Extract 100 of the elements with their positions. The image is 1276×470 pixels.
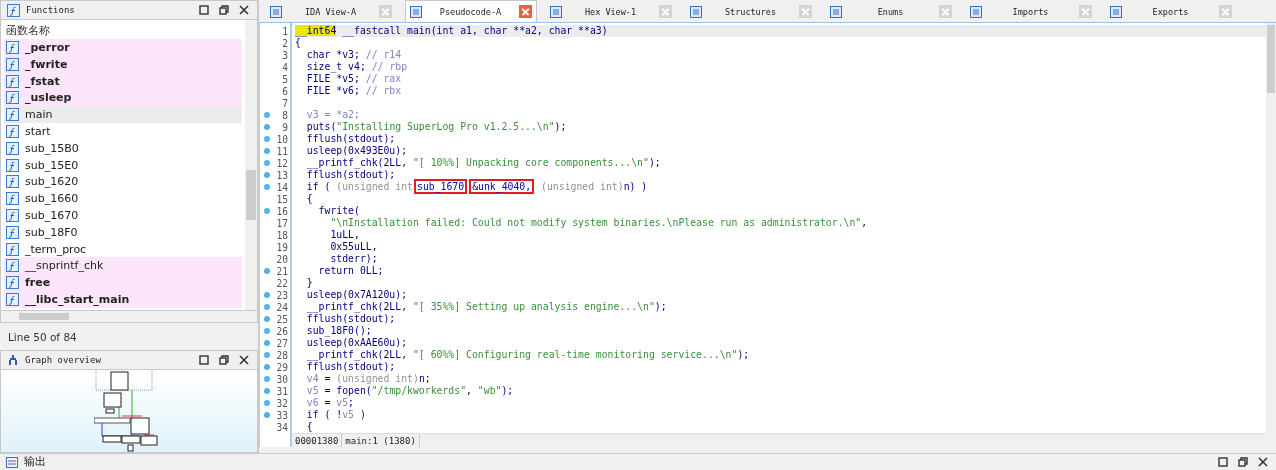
function-icon <box>6 242 19 256</box>
close-button[interactable] <box>237 353 251 367</box>
code-line: sub_18F0(); <box>305 325 373 337</box>
panel-title: Functions <box>26 5 76 15</box>
line-number: 6 <box>282 85 288 97</box>
maximize-button[interactable] <box>1216 455 1230 469</box>
panel-title: Graph overview <box>25 355 102 365</box>
code-line: { <box>305 421 314 433</box>
function-icon <box>6 108 19 122</box>
function-icon <box>6 259 19 273</box>
function-icon <box>6 57 19 71</box>
function-item[interactable]: main <box>4 106 242 124</box>
line-number: 30 <box>276 373 288 385</box>
line-number: 20 <box>276 253 288 265</box>
function-icon <box>6 292 19 306</box>
code-line: if ( (unsigned int sub_1670 &unk_4040, (unsigned int)n) ) <box>305 181 649 193</box>
line-number: 28 <box>276 349 288 361</box>
code-line: { <box>305 193 314 205</box>
code-line: __printf_chk(2LL, "[ 10%%] Unpacking core components...\n"); <box>305 157 662 169</box>
code-line: fflush(stdout); <box>305 169 397 181</box>
code-line: "\nInstallation failed: Could not modify system binaries.\nPlease run as administrator.\n", <box>329 217 869 229</box>
line-number: 2 <box>282 37 288 49</box>
function-item[interactable]: _perror <box>4 39 242 56</box>
line-number: 27 <box>276 337 288 349</box>
code-line: fflush(stdout); <box>305 313 397 325</box>
code-line: v3 = *a2; <box>305 109 361 121</box>
function-icon <box>7 3 20 17</box>
line-number: 33 <box>276 409 288 421</box>
line-number: 10 <box>276 133 288 145</box>
line-number: 23 <box>276 289 288 301</box>
function-icon <box>6 158 19 172</box>
function-icon <box>6 91 19 105</box>
code-line: v4 = (unsigned int)n; <box>305 373 432 385</box>
code-line: FILE *v5; // rax <box>305 73 403 85</box>
line-number: 8 <box>282 109 288 121</box>
line-number: 25 <box>276 313 288 325</box>
line-number: 5 <box>282 73 288 85</box>
code-line: v6 = v5; <box>305 397 355 409</box>
code-line: 1uLL, <box>329 229 361 241</box>
function-item[interactable]: _usleep <box>4 89 242 107</box>
restore-button[interactable] <box>1236 455 1250 469</box>
maximize-button[interactable] <box>197 353 211 367</box>
code-line: __printf_chk(2LL, "[ 35%%] Setting up analysis engine...\n"); <box>305 301 668 313</box>
code-line: fflush(stdout); <box>305 361 397 373</box>
function-icon <box>6 192 19 206</box>
function-item[interactable]: free <box>4 274 242 291</box>
document-icon <box>410 5 422 18</box>
restore-button[interactable] <box>217 353 231 367</box>
graph-icon <box>7 354 19 366</box>
line-number: 26 <box>276 325 288 337</box>
document-icon <box>550 5 562 18</box>
function-item[interactable]: __libc_start_main <box>4 291 242 308</box>
function-icon <box>6 208 19 222</box>
line-number: 7 <box>282 97 288 109</box>
tab[interactable]: Pseudocode-A <box>405 0 537 22</box>
scrollbar[interactable] <box>245 20 257 310</box>
line-number: 31 <box>276 385 288 397</box>
code-line: usleep(0x493E0u); <box>305 145 409 157</box>
scrollbar[interactable] <box>1266 23 1276 447</box>
document-icon <box>690 5 702 18</box>
line-number: 1 <box>282 25 288 37</box>
function-icon <box>6 175 19 189</box>
code-line: { <box>295 37 302 49</box>
function-item[interactable]: __snprintf_chk <box>4 257 242 275</box>
code-line: if ( !v5 ) <box>305 409 367 421</box>
column-header: 函数名称 <box>5 23 51 39</box>
line-number: 12 <box>276 157 288 169</box>
code-line: return 0LL; <box>317 265 385 277</box>
line-number: 34 <box>276 421 288 433</box>
line-number: 13 <box>276 169 288 181</box>
line-number: 32 <box>276 397 288 409</box>
code-line: usleep(0xAAE60u); <box>305 337 409 349</box>
line-number: 29 <box>276 361 288 373</box>
panel-title: 输出 <box>24 455 47 469</box>
function-icon <box>6 124 19 138</box>
line-number: 4 <box>282 61 288 73</box>
line-number: 11 <box>276 145 288 157</box>
restore-button[interactable] <box>217 3 231 17</box>
line-number: 17 <box>276 217 288 229</box>
code-line: v5 = fopen("/tmp/kworkerds", "wb"); <box>305 385 515 397</box>
close-button[interactable] <box>237 3 251 17</box>
line-number: 19 <box>276 241 288 253</box>
document-icon <box>1110 5 1122 18</box>
maximize-button[interactable] <box>197 3 211 17</box>
code-line: } <box>305 277 314 289</box>
function-icon <box>6 74 19 88</box>
document-icon <box>970 5 982 18</box>
function-icon <box>6 276 19 290</box>
line-number: 22 <box>276 277 288 289</box>
line-number: 18 <box>276 229 288 241</box>
document-icon <box>830 5 842 18</box>
line-number: 3 <box>282 49 288 61</box>
close-button[interactable] <box>1256 455 1270 469</box>
code-line: __printf_chk(2LL, "[ 60%%] Configuring real-time monitoring service...\n"); <box>305 349 751 361</box>
code-line: fwrite( <box>317 205 361 217</box>
line-number: 16 <box>276 205 288 217</box>
code-line: usleep(0x7A120u); <box>305 289 409 301</box>
code-line: size_t v4; // rbp <box>305 61 409 73</box>
function-icon <box>6 225 19 239</box>
line-number: 14 <box>276 181 288 193</box>
